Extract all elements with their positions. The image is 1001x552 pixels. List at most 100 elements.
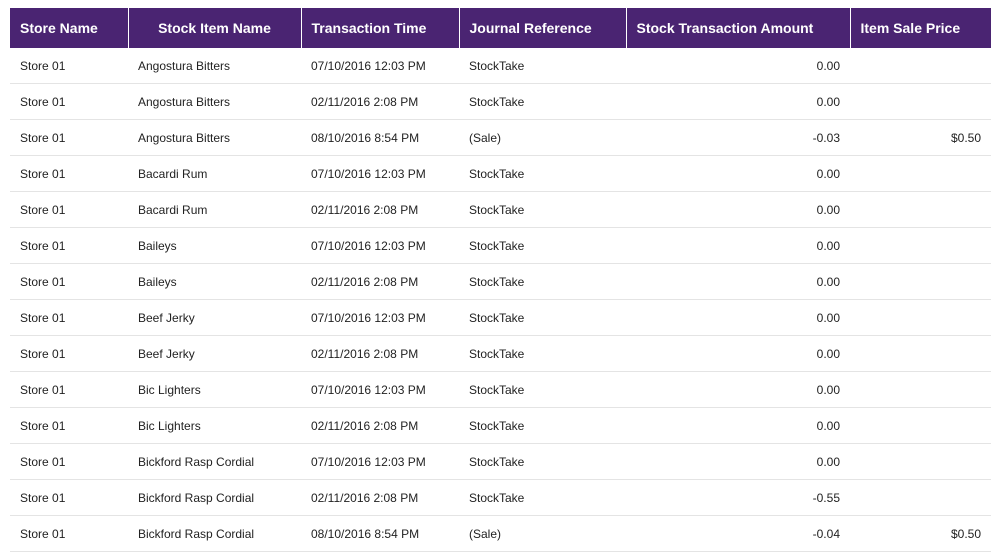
cell-item-sale-price bbox=[850, 227, 991, 264]
cell-item-sale-price bbox=[850, 299, 991, 336]
stock-transactions-table: Store Name Stock Item Name Transaction T… bbox=[10, 8, 991, 552]
cell-journal-reference: StockTake bbox=[459, 335, 626, 372]
cell-transaction-time: 02/11/2016 2:08 PM bbox=[301, 263, 459, 300]
cell-store-name: Store 01 bbox=[10, 227, 128, 264]
header-row: Store Name Stock Item Name Transaction T… bbox=[10, 8, 991, 48]
cell-stock-item-name: Beef Jerky bbox=[128, 335, 301, 372]
table-row: Store 01 Beef Jerky 02/11/2016 2:08 PM S… bbox=[10, 335, 991, 372]
cell-journal-reference: (Sale) bbox=[459, 515, 626, 552]
cell-stock-item-name: Bickford Rasp Cordial bbox=[128, 443, 301, 480]
cell-stock-transaction-amount: -0.04 bbox=[626, 515, 850, 552]
cell-store-name: Store 01 bbox=[10, 155, 128, 192]
cell-stock-item-name: Angostura Bitters bbox=[128, 83, 301, 120]
cell-stock-item-name: Bacardi Rum bbox=[128, 155, 301, 192]
cell-item-sale-price bbox=[850, 443, 991, 480]
cell-journal-reference: StockTake bbox=[459, 263, 626, 300]
column-header-stock-item-name[interactable]: Stock Item Name bbox=[128, 8, 302, 48]
cell-journal-reference: StockTake bbox=[459, 48, 626, 84]
table-row: Store 01 Beef Jerky 07/10/2016 12:03 PM … bbox=[10, 299, 991, 336]
cell-journal-reference: StockTake bbox=[459, 299, 626, 336]
cell-transaction-time: 07/10/2016 12:03 PM bbox=[301, 299, 459, 336]
table-header: Store Name Stock Item Name Transaction T… bbox=[10, 8, 991, 48]
cell-item-sale-price bbox=[850, 263, 991, 300]
cell-store-name: Store 01 bbox=[10, 407, 128, 444]
cell-transaction-time: 08/10/2016 8:54 PM bbox=[301, 119, 459, 156]
cell-store-name: Store 01 bbox=[10, 191, 128, 228]
table-row: Store 01 Bic Lighters 07/10/2016 12:03 P… bbox=[10, 371, 991, 408]
cell-transaction-time: 07/10/2016 12:03 PM bbox=[301, 227, 459, 264]
cell-store-name: Store 01 bbox=[10, 515, 128, 552]
cell-journal-reference: (Sale) bbox=[459, 119, 626, 156]
table-row: Store 01 Bickford Rasp Cordial 02/11/201… bbox=[10, 479, 991, 516]
cell-store-name: Store 01 bbox=[10, 263, 128, 300]
cell-stock-item-name: Bickford Rasp Cordial bbox=[128, 515, 301, 552]
cell-journal-reference: StockTake bbox=[459, 479, 626, 516]
cell-transaction-time: 07/10/2016 12:03 PM bbox=[301, 155, 459, 192]
column-header-transaction-time[interactable]: Transaction Time bbox=[301, 8, 460, 48]
cell-stock-item-name: Bacardi Rum bbox=[128, 191, 301, 228]
cell-item-sale-price bbox=[850, 371, 991, 408]
cell-store-name: Store 01 bbox=[10, 119, 128, 156]
cell-journal-reference: StockTake bbox=[459, 371, 626, 408]
table-row: Store 01 Bacardi Rum 02/11/2016 2:08 PM … bbox=[10, 191, 991, 228]
cell-stock-transaction-amount: 0.00 bbox=[626, 48, 850, 84]
table-row: Store 01 Bickford Rasp Cordial 08/10/201… bbox=[10, 515, 991, 552]
table-row: Store 01 Bacardi Rum 07/10/2016 12:03 PM… bbox=[10, 155, 991, 192]
cell-item-sale-price bbox=[850, 191, 991, 228]
column-header-journal-reference[interactable]: Journal Reference bbox=[459, 8, 627, 48]
cell-transaction-time: 02/11/2016 2:08 PM bbox=[301, 335, 459, 372]
cell-transaction-time: 07/10/2016 12:03 PM bbox=[301, 48, 459, 84]
cell-transaction-time: 08/10/2016 8:54 PM bbox=[301, 515, 459, 552]
table-row: Store 01 Angostura Bitters 07/10/2016 12… bbox=[10, 48, 991, 84]
cell-journal-reference: StockTake bbox=[459, 443, 626, 480]
table-row: Store 01 Baileys 02/11/2016 2:08 PM Stoc… bbox=[10, 263, 991, 300]
cell-stock-transaction-amount: 0.00 bbox=[626, 263, 850, 300]
cell-item-sale-price: $0.50 bbox=[850, 119, 991, 156]
cell-stock-transaction-amount: 0.00 bbox=[626, 335, 850, 372]
column-header-stock-transaction-amount[interactable]: Stock Transaction Amount bbox=[626, 8, 851, 48]
cell-stock-item-name: Baileys bbox=[128, 263, 301, 300]
cell-stock-item-name: Beef Jerky bbox=[128, 299, 301, 336]
cell-transaction-time: 07/10/2016 12:03 PM bbox=[301, 443, 459, 480]
cell-transaction-time: 07/10/2016 12:03 PM bbox=[301, 371, 459, 408]
cell-store-name: Store 01 bbox=[10, 335, 128, 372]
cell-store-name: Store 01 bbox=[10, 443, 128, 480]
table-row: Store 01 Angostura Bitters 08/10/2016 8:… bbox=[10, 119, 991, 156]
cell-item-sale-price bbox=[850, 479, 991, 516]
cell-store-name: Store 01 bbox=[10, 83, 128, 120]
cell-journal-reference: StockTake bbox=[459, 407, 626, 444]
cell-stock-transaction-amount: 0.00 bbox=[626, 371, 850, 408]
cell-journal-reference: StockTake bbox=[459, 83, 626, 120]
cell-item-sale-price: $0.50 bbox=[850, 515, 991, 552]
cell-stock-transaction-amount: -0.55 bbox=[626, 479, 850, 516]
cell-stock-item-name: Baileys bbox=[128, 227, 301, 264]
cell-transaction-time: 02/11/2016 2:08 PM bbox=[301, 191, 459, 228]
cell-item-sale-price bbox=[850, 48, 991, 84]
cell-journal-reference: StockTake bbox=[459, 227, 626, 264]
cell-stock-item-name: Angostura Bitters bbox=[128, 119, 301, 156]
cell-transaction-time: 02/11/2016 2:08 PM bbox=[301, 479, 459, 516]
column-header-item-sale-price[interactable]: Item Sale Price bbox=[850, 8, 991, 48]
cell-stock-item-name: Bic Lighters bbox=[128, 371, 301, 408]
cell-journal-reference: StockTake bbox=[459, 191, 626, 228]
stock-transactions-table-container: Store Name Stock Item Name Transaction T… bbox=[10, 8, 991, 552]
cell-stock-transaction-amount: 0.00 bbox=[626, 407, 850, 444]
cell-store-name: Store 01 bbox=[10, 299, 128, 336]
cell-item-sale-price bbox=[850, 155, 991, 192]
table-row: Store 01 Bic Lighters 02/11/2016 2:08 PM… bbox=[10, 407, 991, 444]
cell-item-sale-price bbox=[850, 407, 991, 444]
cell-transaction-time: 02/11/2016 2:08 PM bbox=[301, 407, 459, 444]
cell-store-name: Store 01 bbox=[10, 48, 128, 84]
cell-stock-item-name: Bickford Rasp Cordial bbox=[128, 479, 301, 516]
cell-stock-transaction-amount: 0.00 bbox=[626, 443, 850, 480]
cell-store-name: Store 01 bbox=[10, 479, 128, 516]
cell-stock-transaction-amount: 0.00 bbox=[626, 299, 850, 336]
cell-transaction-time: 02/11/2016 2:08 PM bbox=[301, 83, 459, 120]
cell-store-name: Store 01 bbox=[10, 371, 128, 408]
table-row: Store 01 Bickford Rasp Cordial 07/10/201… bbox=[10, 443, 991, 480]
cell-item-sale-price bbox=[850, 335, 991, 372]
cell-stock-transaction-amount: -0.03 bbox=[626, 119, 850, 156]
column-header-store-name[interactable]: Store Name bbox=[10, 8, 129, 48]
table-row: Store 01 Angostura Bitters 02/11/2016 2:… bbox=[10, 83, 991, 120]
cell-stock-transaction-amount: 0.00 bbox=[626, 155, 850, 192]
